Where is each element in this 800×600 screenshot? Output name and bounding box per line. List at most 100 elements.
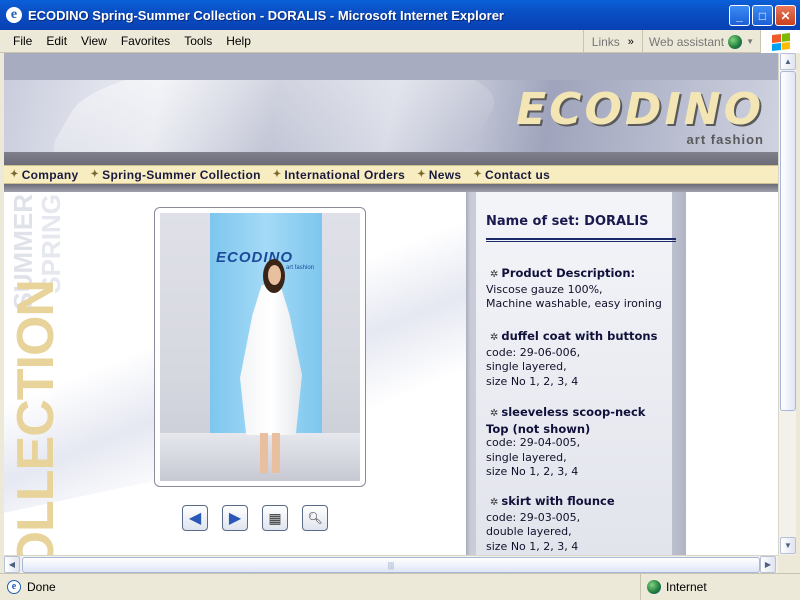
menu-favorites[interactable]: Favorites (114, 34, 177, 48)
nav-star-icon: ✦ (417, 169, 426, 180)
windows-logo (760, 30, 800, 53)
gallery-controls: ◀ ▶ ▦ 🔍︎ (182, 505, 328, 531)
thumbnails-button[interactable]: ▦ (262, 505, 288, 531)
nav-star-icon: ✦ (272, 169, 282, 180)
side-collection-text: COLLECTION (7, 280, 65, 555)
arrow-right-icon: ▶ (228, 510, 242, 527)
zoom-button[interactable]: 🔍︎ (302, 505, 328, 531)
set-name-heading: Name of set: DORALIS (486, 214, 649, 229)
scoop-neck-top-block: ✲ sleeveless scoop-neck Top (not shown) c… (486, 405, 645, 480)
product-description-block: ✲ Product Description: Viscose gauze 100%… (486, 266, 662, 312)
block-title: skirt with flounce (501, 494, 615, 508)
internet-zone-icon (647, 580, 661, 594)
title-bar: e ECODINO Spring-Summer Collection - DOR… (0, 0, 800, 30)
block-title: duffel coat with buttons (501, 329, 658, 343)
menu-tools[interactable]: Tools (177, 34, 219, 48)
nav-international-orders[interactable]: ✦ International Orders (273, 168, 405, 182)
maximize-button[interactable]: □ (752, 5, 773, 26)
block-title: Product Description: (501, 266, 636, 280)
status-bar: e Done Internet (0, 573, 800, 600)
next-button[interactable]: ▶ (222, 505, 248, 531)
heading-divider (486, 238, 676, 242)
previous-button[interactable]: ◀ (182, 505, 208, 531)
nav-star-icon: ✦ (10, 169, 19, 180)
minimize-button[interactable]: _ (729, 5, 750, 26)
zone-label: Internet (666, 580, 707, 594)
product-photo[interactable]: ECODINO art fashion (160, 213, 360, 481)
page-done-icon: e (7, 580, 21, 594)
nav-top-border (4, 152, 778, 165)
security-zone[interactable]: Internet (640, 574, 707, 600)
horizontal-scroll-thumb[interactable]: ||| (22, 557, 760, 573)
dropdown-arrow-icon: ▼ (746, 37, 754, 46)
block-line: single layered, (486, 450, 567, 464)
block-line: size No 1, 2, 3, 4 (486, 465, 579, 478)
horizontal-scrollbar[interactable]: ◀ ||| ▶ (4, 555, 778, 573)
status-text: Done (27, 580, 56, 594)
bullet-icon: ✲ (490, 497, 499, 508)
model-face (268, 265, 281, 285)
block-line: code: 29-04-005, (486, 436, 581, 449)
window-controls: _ □ ✕ (729, 5, 796, 26)
scroll-down-button[interactable]: ▼ (780, 537, 796, 554)
vertical-scroll-thumb[interactable] (780, 71, 796, 411)
menu-file[interactable]: File (6, 34, 39, 48)
nav-contact-us[interactable]: ✦ Contact us (473, 168, 550, 182)
product-photo-frame: ECODINO art fashion (154, 207, 366, 487)
nav-company[interactable]: ✦ Company (10, 168, 78, 182)
duffel-coat-block: ✲ duffel coat with buttons code: 29-06-00… (486, 329, 657, 389)
menu-edit[interactable]: Edit (39, 34, 74, 48)
site-tagline: art fashion (686, 132, 764, 147)
scrollbar-corner (778, 555, 796, 573)
links-toolbar[interactable]: Links (582, 30, 628, 53)
side-spring-text: SPRING (36, 194, 66, 294)
main-navigation: ✦ Company ✦ Spring-Summer Collection ✦ Inte… (4, 165, 778, 184)
grid-icon: ▦ (268, 509, 282, 526)
nav-bottom-border (4, 184, 778, 192)
grip-icon: ||| (387, 560, 395, 570)
arrow-left-icon: ◀ (188, 510, 202, 527)
windows-flag-icon (771, 32, 790, 51)
block-line: single layered, (486, 360, 567, 373)
vertical-scrollbar[interactable]: ▲ ▼ (778, 53, 796, 555)
model-legs (260, 433, 280, 473)
block-line: size No 1, 2, 3, 4 (486, 539, 579, 553)
arrow-left-icon: ◀ (8, 560, 16, 569)
block-line: Machine washable, easy ironing (486, 297, 662, 310)
scroll-up-button[interactable]: ▲ (780, 53, 796, 70)
toolbar-right: Links » Web assistant ▼ (582, 30, 800, 53)
product-info-column: Name of set: DORALIS ✲ Product Descriptio… (466, 192, 686, 555)
web-assistant[interactable]: Web assistant ▼ (641, 30, 760, 53)
block-line: code: 29-03-005, (486, 510, 581, 524)
site-logo[interactable]: ECODINO (516, 84, 764, 135)
nav-news[interactable]: ✦ News (417, 168, 461, 182)
block-title: sleeveless scoop-neck (501, 405, 646, 419)
block-line: size No 1, 2, 3, 4 (486, 374, 579, 388)
product-info-panel: Name of set: DORALIS ✲ Product Descriptio… (476, 192, 676, 555)
magnifier-icon: 🔍︎ (307, 511, 323, 525)
chevron-icon[interactable]: » (628, 36, 642, 48)
menu-view[interactable]: View (74, 34, 114, 48)
banner-top-strip (4, 53, 778, 80)
menu-bar: File Edit View Favorites Tools Help Link… (0, 30, 800, 53)
bullet-icon: ✲ (490, 269, 499, 280)
header-banner: ECODINO art fashion (4, 80, 778, 152)
nav-star-icon: ✦ (473, 169, 483, 180)
scroll-right-button[interactable]: ▶ (760, 556, 776, 573)
menu-help[interactable]: Help (219, 34, 258, 48)
block-line: code: 29-06-006, (486, 345, 581, 359)
page-content: SPRING SUMMER COLLECTION ECODINO art fas… (4, 192, 778, 555)
block-line: Viscose gauze 100%, (486, 282, 603, 296)
close-button[interactable]: ✕ (775, 5, 796, 26)
block-title-cont: Top (not shown) (486, 421, 591, 436)
right-margin (686, 192, 778, 555)
web-assistant-label: Web assistant (648, 34, 725, 49)
block-line: double layered, (486, 525, 572, 538)
nav-star-icon: ✦ (90, 169, 100, 180)
scroll-left-button[interactable]: ◀ (4, 556, 20, 573)
nav-spring-summer-collection[interactable]: ✦ Spring-Summer Collection (90, 168, 260, 182)
fabric-decoration (26, 80, 522, 152)
arrow-down-icon: ▼ (784, 541, 792, 550)
backdrop-tagline: art fashion (286, 265, 315, 271)
window-title: ECODINO Spring-Summer Collection - DORAL… (28, 7, 504, 23)
